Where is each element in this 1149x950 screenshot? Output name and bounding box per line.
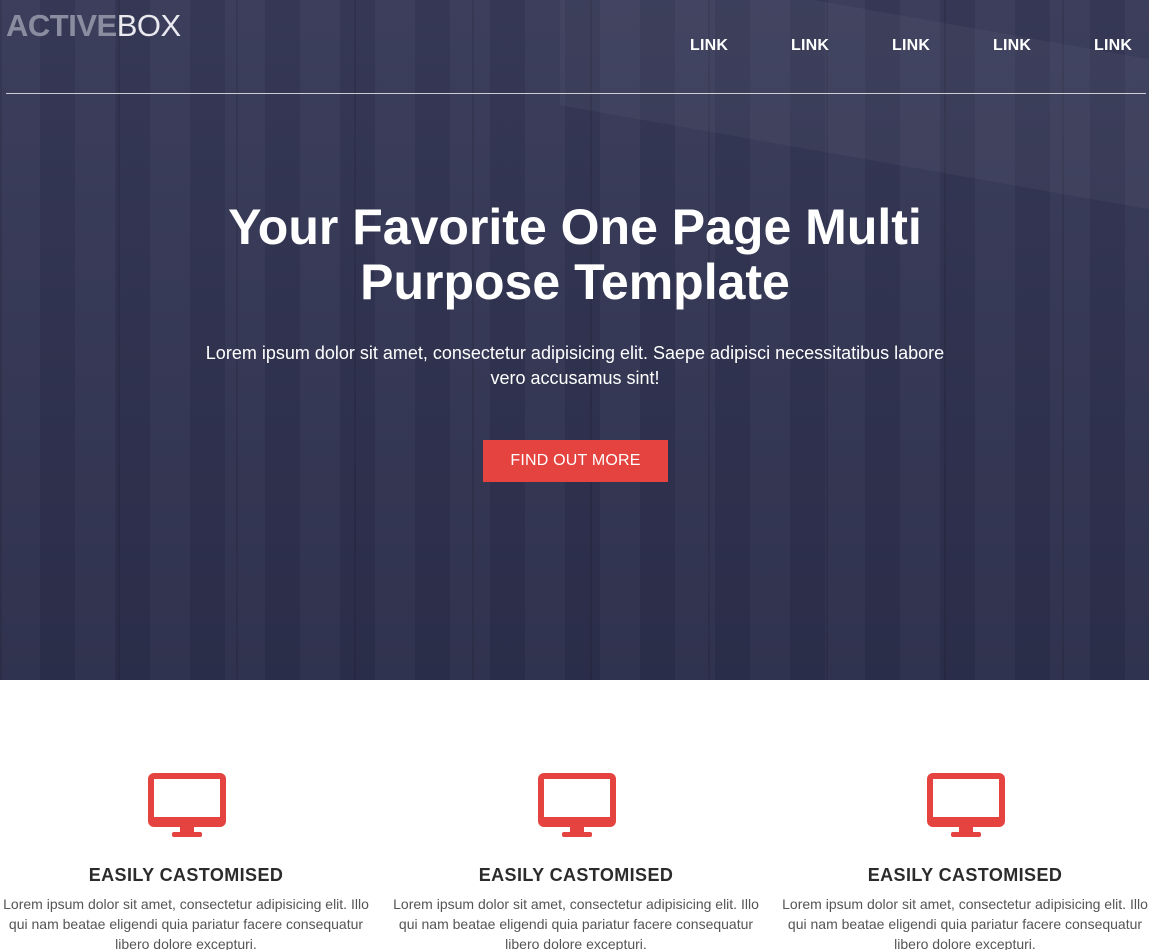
monitor-icon — [148, 773, 226, 837]
hero-title: Your Favorite One Page Multi Purpose Tem… — [228, 199, 922, 310]
nav-link-3[interactable]: LINK — [892, 36, 930, 56]
feature-text: Lorem ipsum dolor sit amet, consectetur … — [782, 896, 1148, 950]
find-out-more-button[interactable]: FIND OUT MORE — [483, 440, 668, 482]
features-section: EASILY CASTOMISED Lorem ipsum dolor sit … — [0, 680, 1149, 950]
nav-link-4[interactable]: LINK — [993, 36, 1031, 56]
nav-link-2[interactable]: LINK — [791, 36, 829, 56]
nav-link-5[interactable]: LINK — [1094, 36, 1132, 56]
nav-link-1[interactable]: LINK — [690, 36, 728, 56]
hero-subtitle: Lorem ipsum dolor sit amet, consectetur … — [205, 343, 945, 388]
main-nav: LINK LINK LINK LINK LINK — [0, 36, 1149, 56]
feature-text: Lorem ipsum dolor sit amet, consectetur … — [3, 896, 369, 950]
hero-section: ACTIVEBOX LINK LINK LINK LINK LINK Your … — [0, 0, 1149, 680]
feature-title: EASILY CASTOMISED — [867, 865, 1063, 885]
nav-divider — [6, 93, 1146, 94]
feature-title: EASILY CASTOMISED — [88, 865, 284, 885]
monitor-icon — [927, 773, 1005, 837]
feature-title: EASILY CASTOMISED — [478, 865, 674, 885]
feature-text: Lorem ipsum dolor sit amet, consectetur … — [393, 896, 759, 950]
monitor-icon — [538, 773, 616, 837]
